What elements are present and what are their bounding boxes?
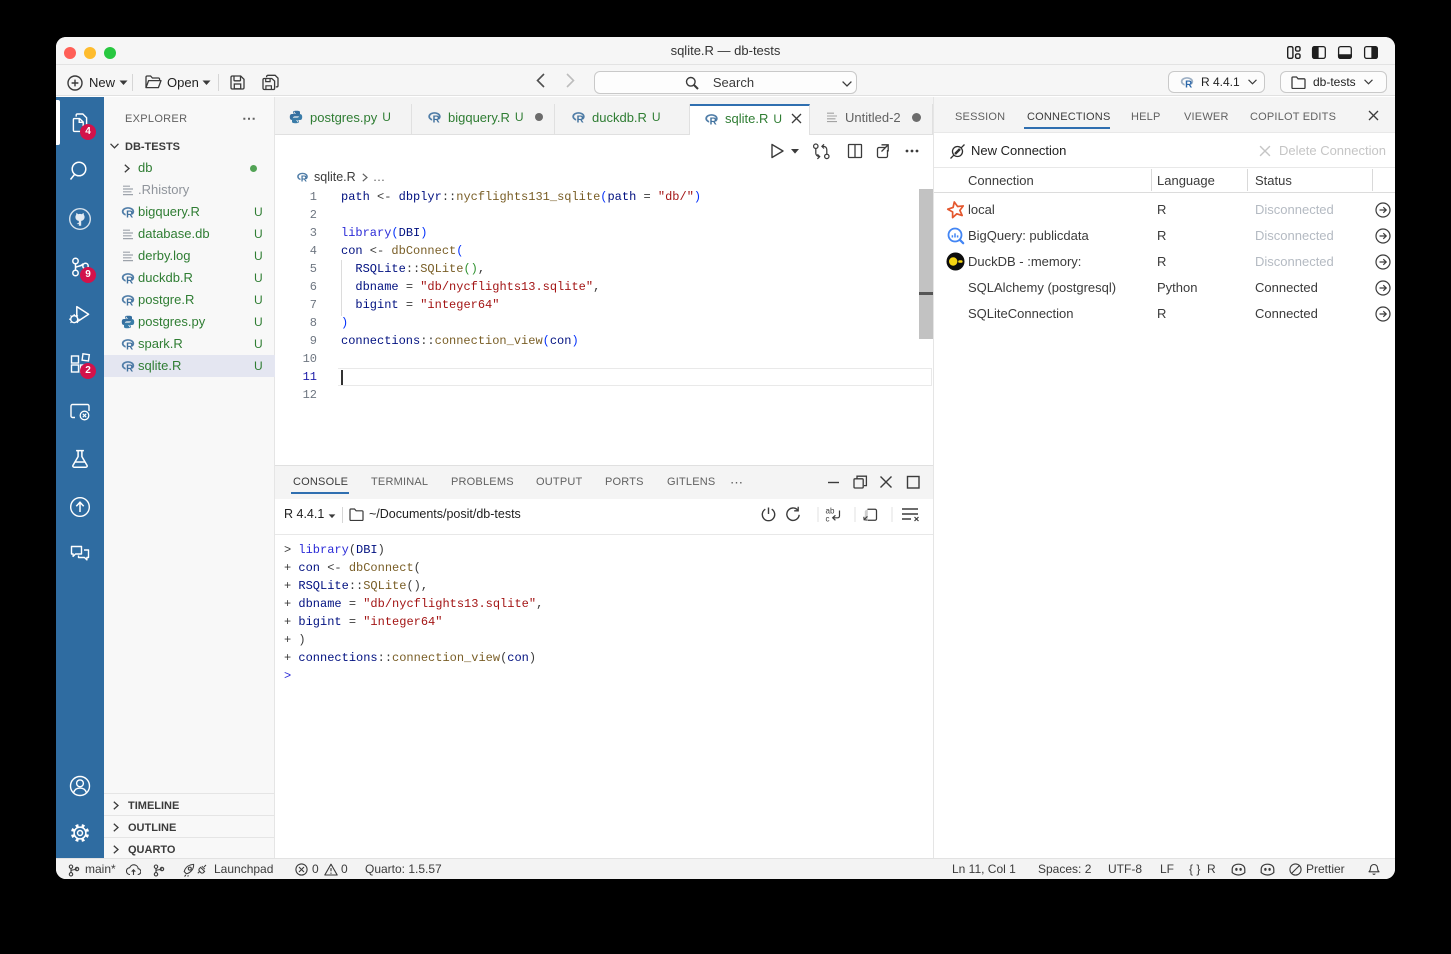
svg-text:R: R — [126, 209, 133, 219]
svg-text:c: c — [826, 515, 830, 523]
svg-text:R: R — [710, 116, 717, 126]
svg-text:R: R — [433, 114, 440, 124]
svg-text:R: R — [126, 297, 133, 307]
svg-text:R: R — [577, 114, 584, 124]
svg-text:R: R — [1185, 79, 1192, 89]
svg-text:R: R — [126, 363, 133, 373]
svg-text:R: R — [126, 341, 133, 351]
svg-text:R: R — [301, 174, 307, 183]
svg-text:R: R — [126, 275, 133, 285]
